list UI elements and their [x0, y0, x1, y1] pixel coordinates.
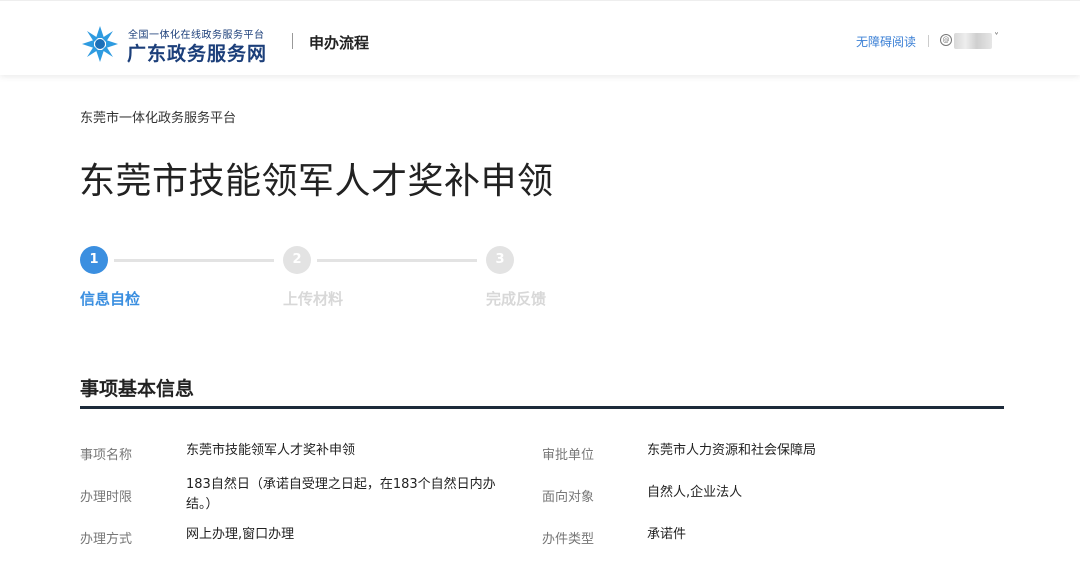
accessibility-link[interactable]: 无障碍阅读 — [856, 33, 916, 50]
info-value-approval-unit: 东莞市人力资源和社会保障局 — [647, 443, 817, 458]
user-icon[interactable]: @ — [940, 34, 952, 46]
info-label-item-name: 事项名称 — [80, 448, 133, 463]
logo-icon — [82, 26, 118, 62]
section-title: 事项基本信息 — [80, 378, 195, 400]
step-2-circle: 2 — [283, 246, 311, 274]
info-value-item-name: 东莞市技能领军人才奖补申领 — [186, 443, 356, 458]
top-navigation-bar: 全国一体化在线政务服务平台 广东政务服务网 申办流程 无障碍阅读 @ ˅ — [0, 0, 1080, 75]
step-1-label: 信息自检 — [80, 290, 141, 308]
info-label-target-audience: 面向对象 — [542, 490, 595, 505]
header-divider — [292, 33, 293, 49]
logo-title[interactable]: 广东政务服务网 — [127, 39, 267, 66]
step-1-circle: 1 — [80, 246, 108, 274]
section-divider — [80, 406, 1004, 409]
breadcrumb[interactable]: 东莞市一体化政务服务平台 — [80, 107, 236, 126]
step-connector-2 — [317, 259, 477, 262]
nav-title: 申办流程 — [309, 34, 370, 52]
step-connector-1 — [114, 259, 274, 262]
info-label-approval-unit: 审批单位 — [542, 448, 595, 463]
page-title: 东莞市技能领军人才奖补申领 — [79, 161, 554, 202]
header-divider-right — [928, 35, 929, 47]
info-label-time-limit: 办理时限 — [80, 490, 133, 505]
info-value-target-audience: 自然人,企业法人 — [647, 485, 743, 500]
info-label-case-type: 办件类型 — [542, 532, 595, 547]
user-name-redacted[interactable] — [954, 33, 992, 49]
chevron-down-icon[interactable]: ˅ — [994, 32, 999, 43]
info-value-time-limit: 183自然日（承诺自受理之日起，在183个自然日内办结。） — [186, 477, 496, 512]
step-2-label: 上传材料 — [283, 290, 344, 308]
info-value-case-type: 承诺件 — [647, 527, 687, 542]
step-3-circle: 3 — [486, 246, 514, 274]
step-3-label: 完成反馈 — [486, 290, 547, 308]
info-value-handling-method: 网上办理,窗口办理 — [186, 527, 295, 542]
info-label-handling-method: 办理方式 — [80, 532, 133, 547]
